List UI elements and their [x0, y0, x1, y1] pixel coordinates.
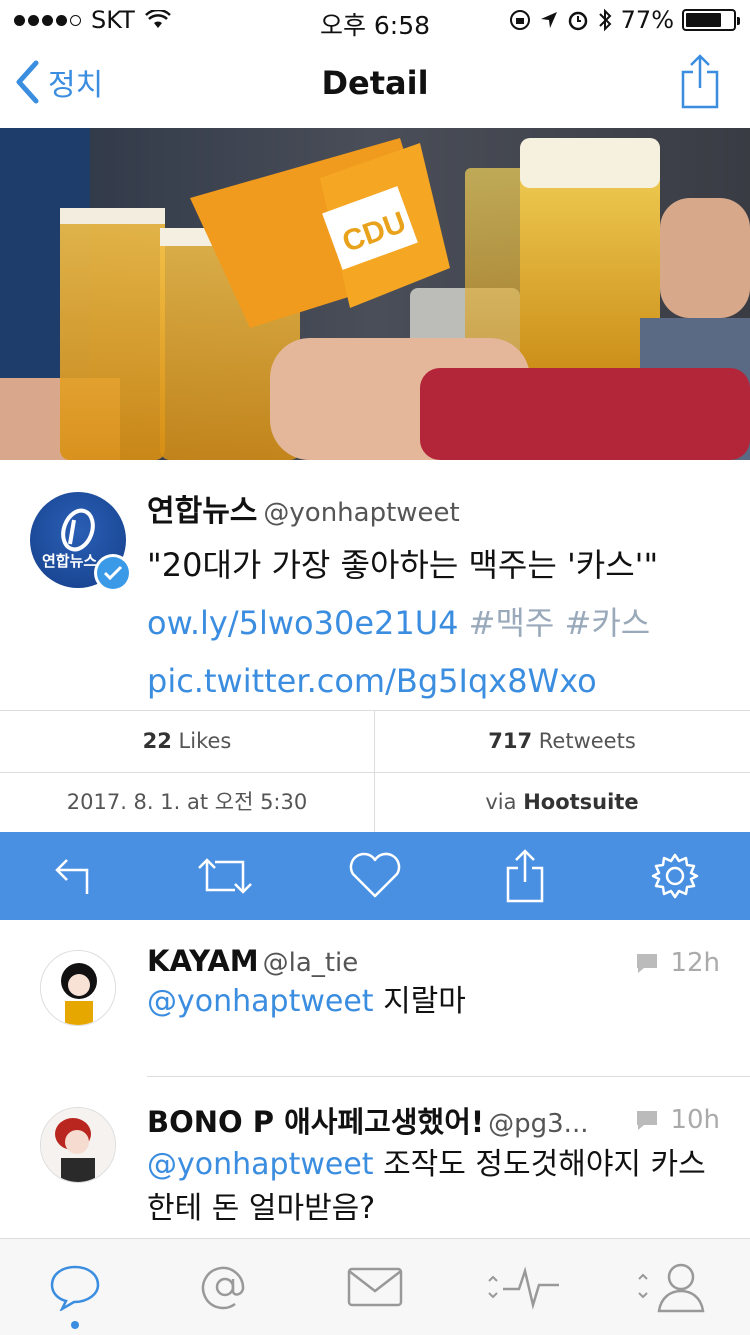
reply-author-name: KAYAM [147, 944, 259, 978]
reply-body: KAYAM @la_tie @yonhaptweet 지랄마 [147, 944, 707, 1024]
likes-stat[interactable]: 22 Likes [0, 711, 374, 772]
settings-icon [651, 853, 699, 899]
tab-bar [0, 1238, 750, 1335]
tweet-link[interactable]: ow.ly/5lwo30e21U4 [147, 604, 459, 642]
tweet-source[interactable]: via Hootsuite [374, 772, 749, 833]
reply-time: 12h [634, 948, 720, 978]
active-tab-indicator [71, 1321, 79, 1329]
tweet-text-main: "20대가 가장 좋아하는 맥주는 '카스'" [147, 546, 659, 584]
tweet-photo[interactable]: CDU [0, 128, 750, 460]
tweet-detail: 연합뉴스 연합뉴스 @yonhaptweet "20대가 가장 좋아하는 맥주는 … [0, 460, 750, 710]
location-icon [540, 12, 557, 28]
hashtag[interactable]: #카스 [565, 604, 651, 642]
checkmark-icon [103, 565, 123, 581]
profile-icon [638, 1263, 705, 1313]
stats-row-meta: 2017. 8. 1. at 오전 5:30 via Hootsuite [0, 772, 750, 834]
author-handle: @yonhaptweet [263, 498, 460, 528]
avatar-image [41, 951, 115, 1025]
reply-time: 10h [634, 1105, 720, 1135]
tweet-date: 2017. 8. 1. at 오전 5:30 [66, 790, 308, 814]
retweets-label: Retweets [538, 729, 636, 753]
share-icon [506, 849, 544, 903]
tweet-body: 연합뉴스 @yonhaptweet "20대가 가장 좋아하는 맥주는 '카스'"… [147, 486, 727, 710]
reply-author-handle: @la_tie [262, 948, 359, 978]
orientation-lock-icon [509, 10, 530, 30]
status-right: 77% [509, 6, 740, 34]
battery-percent: 77% [620, 6, 674, 34]
comment-icon [637, 1111, 658, 1130]
tweet-author[interactable]: 연합뉴스 @yonhaptweet [147, 486, 727, 530]
reply-item[interactable]: KAYAM @la_tie @yonhaptweet 지랄마 12h [0, 920, 750, 1076]
share-tweet-button[interactable] [495, 846, 555, 906]
tweet-action-bar [0, 832, 750, 920]
tweet-stats: 22 Likes 717 Retweets 2017. 8. 1. at 오전 … [0, 710, 750, 834]
author-name: 연합뉴스 [147, 494, 258, 529]
page-title: Detail [321, 64, 429, 102]
activity-icon [488, 1266, 559, 1310]
retweet-button[interactable] [195, 846, 255, 906]
tweet-text: "20대가 가장 좋아하는 맥주는 '카스'" ow.ly/5lwo30e21U… [147, 536, 727, 710]
messages-icon [347, 1267, 403, 1307]
stats-row-counts: 22 Likes 717 Retweets [0, 711, 750, 773]
tab-messages[interactable] [325, 1247, 425, 1327]
avatar[interactable] [40, 950, 116, 1026]
settings-button[interactable] [645, 846, 705, 906]
reply-item[interactable]: BONO P 애사페고생했어! @pg3... @yonhaptweet 조작도 … [0, 1077, 750, 1237]
tab-profile[interactable] [625, 1247, 725, 1327]
retweets-count: 717 [488, 729, 533, 753]
hashtag[interactable]: #맥주 [469, 604, 555, 642]
comment-icon [637, 954, 658, 973]
reply-mention[interactable]: @yonhaptweet [147, 1147, 374, 1182]
tab-timeline[interactable] [25, 1247, 125, 1329]
alarm-icon [568, 11, 587, 31]
avatar-image [41, 1108, 115, 1182]
status-bar: SKT 오후 6:58 77% [0, 0, 750, 40]
likes-label: Likes [178, 729, 232, 753]
retweets-stat[interactable]: 717 Retweets [374, 711, 749, 772]
share-icon [681, 54, 719, 109]
beer-photo-image: CDU [0, 128, 750, 460]
reply-author: KAYAM @la_tie [147, 944, 707, 978]
battery-icon [682, 9, 740, 31]
reply-button[interactable] [45, 846, 105, 906]
pic-link[interactable]: pic.twitter.com/Bg5Iqx8Wxo [147, 662, 597, 700]
verified-badge [94, 554, 132, 592]
tab-mentions[interactable] [175, 1247, 275, 1327]
tab-activity[interactable] [475, 1247, 575, 1327]
reply-text: @yonhaptweet 지랄마 [147, 980, 707, 1024]
reply-text-main: 지랄마 [373, 984, 466, 1019]
via-label: via [485, 790, 517, 814]
avatar-label: 연합뉴스 [42, 552, 98, 570]
reply-text: @yonhaptweet 조작도 정도것해야지 카스한테 돈 얼마받음? [147, 1143, 707, 1231]
reply-time-label: 12h [670, 948, 720, 978]
nav-bar: 정치 Detail [0, 40, 750, 129]
avatar[interactable] [40, 1107, 116, 1183]
reply-author: BONO P 애사페고생했어! @pg3... [147, 1099, 707, 1141]
bluetooth-icon [598, 8, 612, 32]
mentions-icon [201, 1266, 245, 1310]
reply-icon [55, 859, 89, 894]
likes-count: 22 [142, 729, 172, 753]
reply-author-name: BONO P 애사페고생했어! [147, 1105, 485, 1139]
like-icon [349, 852, 401, 898]
share-button[interactable] [680, 52, 720, 114]
timeline-icon [50, 1265, 100, 1311]
reply-time-label: 10h [670, 1105, 720, 1135]
reply-body: BONO P 애사페고생했어! @pg3... @yonhaptweet 조작도 … [147, 1099, 707, 1231]
retweet-icon [198, 858, 252, 894]
reply-mention[interactable]: @yonhaptweet [147, 984, 374, 1019]
via-source: Hootsuite [523, 790, 639, 814]
reply-author-handle: @pg3... [488, 1109, 589, 1139]
like-button[interactable] [345, 846, 405, 906]
